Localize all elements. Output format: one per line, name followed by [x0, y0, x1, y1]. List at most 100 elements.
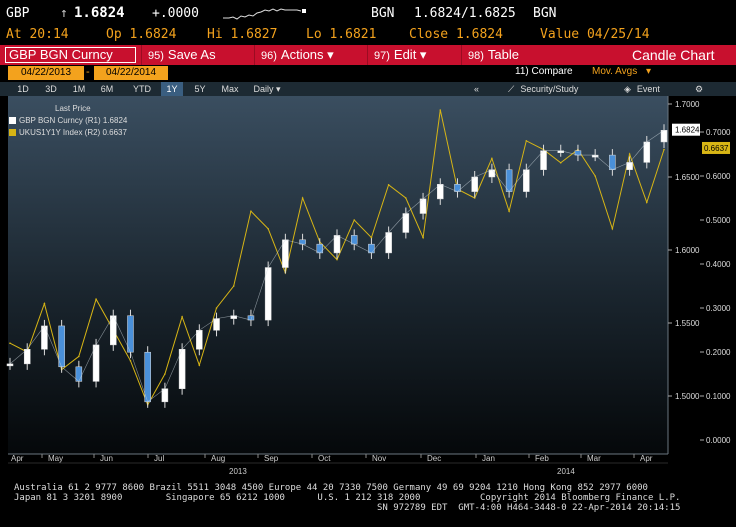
series-ukus1y1y-point — [336, 258, 338, 261]
date-separator: - — [86, 66, 90, 78]
x-month-label: Jun — [100, 454, 113, 463]
value-date: Value 04/25/14 — [540, 27, 650, 42]
candle-body — [178, 349, 186, 389]
x-month-label: May — [48, 454, 63, 463]
candle-body — [471, 176, 478, 192]
legend-swatch — [9, 129, 16, 137]
period-selector: 1D 3D 1M 6M YTD 1Y 5Y Max Daily ▾ « ⟋ Sec… — [0, 82, 736, 96]
period-5y[interactable]: 5Y — [189, 82, 211, 96]
compare-button[interactable]: 11) Compare — [515, 66, 573, 77]
series-ukus1y1y-point — [250, 210, 252, 212]
series-ukus1y1y-point — [232, 285, 235, 287]
year-label-2013: 2013 — [229, 467, 247, 476]
series-ukus1y1y-point — [645, 201, 648, 204]
axis2-tick-label: 0.7000 — [706, 128, 731, 137]
function-toolbar: GBP BGN Curncy 95) Save As 96) Actions ▾ 9… — [0, 45, 736, 65]
frequency-dropdown[interactable]: Daily ▾ — [250, 82, 284, 96]
x-month-label: Mar — [587, 454, 601, 463]
candle-body — [402, 213, 410, 233]
start-date-field[interactable]: 04/22/2013 — [8, 66, 84, 80]
series-ukus1y1y-point — [387, 184, 390, 186]
series-ukus1y1y-point — [78, 355, 80, 358]
axis2-tick-label: 0.4000 — [706, 260, 731, 269]
quote-time: At 20:14 — [6, 27, 69, 42]
chart-type-label: Candle Chart — [632, 47, 715, 63]
legend-entry-gbp[interactable]: GBP BGN Curncy (R1) 1.6824 — [9, 115, 127, 127]
save-as-button[interactable]: 95) Save As — [141, 45, 237, 65]
series-ukus1y1y-point — [491, 157, 493, 160]
period-6m[interactable]: 6M — [96, 82, 118, 96]
price-chart[interactable]: 1.7000 1.6500 1.6000 1.5500 1.5000 1.6824 0.7… — [0, 96, 736, 464]
period-1m[interactable]: 1M — [68, 82, 90, 96]
candle-body — [333, 235, 341, 254]
candle-body — [282, 239, 289, 268]
x-month-label: Dec — [427, 454, 441, 463]
end-date-field[interactable]: 04/22/2014 — [94, 66, 168, 80]
bid-ask: 1.6824/1.6825 — [414, 6, 516, 21]
actions-menu[interactable]: 96) Actions ▾ — [254, 45, 352, 65]
series-ukus1y1y-point — [559, 162, 562, 164]
security-field[interactable]: GBP BGN Curncy — [5, 47, 136, 63]
table-button[interactable]: 98) Table — [461, 45, 551, 65]
close-price: Close 1.6824 — [409, 27, 503, 42]
x-month-label: Apr — [640, 454, 653, 463]
candle-body — [23, 349, 31, 365]
candle-body — [643, 141, 651, 163]
axis2-tick-label: 0.6000 — [706, 172, 731, 181]
legend-entry-ukus[interactable]: UKUS1Y1Y Index (R2) 0.6637 — [9, 127, 127, 139]
x-month-label: Sep — [264, 454, 279, 463]
legend-title: Last Price — [55, 104, 91, 113]
series-ukus1y1y-point — [43, 302, 46, 305]
x-month-label: Jul — [154, 454, 164, 463]
settings-gear-icon[interactable]: ⚙ — [695, 82, 703, 96]
series-ukus1y1y-point — [422, 236, 424, 239]
period-1y[interactable]: 1Y — [161, 82, 183, 96]
intraday-sparkline — [223, 8, 306, 20]
period-1d[interactable]: 1D — [12, 82, 34, 96]
quote-header: GBP ↑ 1.6824 +.0000 BGN 1.6824/1.6825 BG… — [0, 0, 736, 26]
year-label-2014: 2014 — [557, 467, 575, 476]
price-source: BGN — [371, 6, 395, 21]
candle-body — [41, 325, 48, 350]
mov-avgs-dropdown-icon[interactable]: ▾ — [646, 66, 651, 77]
footer-contacts-2: Japan 81 3 3201 8900 Singapore 65 6212 1… — [14, 493, 681, 503]
period-max[interactable]: Max — [217, 82, 243, 96]
footer-contacts: Australia 61 2 9777 8600 Brazil 5511 304… — [14, 483, 648, 493]
series-ukus1y1y-point — [628, 153, 631, 155]
event-icon: ◈ — [624, 84, 631, 94]
x-month-label: Jan — [482, 454, 495, 463]
mov-avgs-button[interactable]: Mov. Avgs — [592, 66, 637, 77]
x-month-label: Apr — [11, 454, 24, 463]
x-month-label: Aug — [211, 454, 225, 463]
candle-body — [385, 232, 392, 254]
candle-body — [58, 325, 65, 368]
series-ukus1y1y-point — [198, 364, 201, 367]
price-source-2: BGN — [533, 6, 557, 21]
edit-menu[interactable]: 97) Edit ▾ — [367, 45, 457, 65]
candle-body — [505, 169, 513, 192]
candle-body — [540, 150, 547, 170]
axis1-tick-label: 1.6500 — [675, 173, 700, 182]
chart-legend: Last Price GBP BGN Curncy (R1) 1.6824 UK… — [9, 104, 127, 139]
axis1-tick-label: 1.5500 — [675, 319, 700, 328]
candle-body — [523, 169, 530, 192]
axis2-tick-label: 0.5000 — [706, 216, 731, 225]
x-month-label: Feb — [535, 454, 549, 463]
series-ukus1y1y-point — [525, 140, 528, 142]
quote-details: At 20:14 Op 1.6824 Hi 1.6827 Lo 1.6821 C… — [0, 26, 736, 44]
series-ukus1y1y-point — [663, 148, 665, 151]
period-3d[interactable]: 3D — [40, 82, 62, 96]
net-change: +.0000 — [152, 6, 199, 21]
axis2-tick-label: 0.2000 — [706, 348, 731, 357]
low-price: Lo 1.6821 — [306, 27, 377, 42]
candle-body — [92, 344, 100, 382]
series-ukus1y1y-point — [301, 197, 304, 199]
series-ukus1y1y-point — [181, 316, 183, 318]
security-study-button[interactable]: ⟋ Security/Study — [508, 82, 578, 96]
collapse-icon[interactable]: « — [474, 82, 479, 96]
footer-session: SN 972789 EDT GMT-4:00 H464-3448-0 22-Ap… — [377, 503, 681, 513]
period-ytd[interactable]: YTD — [128, 82, 156, 96]
series-ukus1y1y-point — [611, 228, 614, 230]
series-ukus1y1y-point — [267, 228, 269, 230]
event-button[interactable]: ◈ Event — [624, 82, 660, 96]
